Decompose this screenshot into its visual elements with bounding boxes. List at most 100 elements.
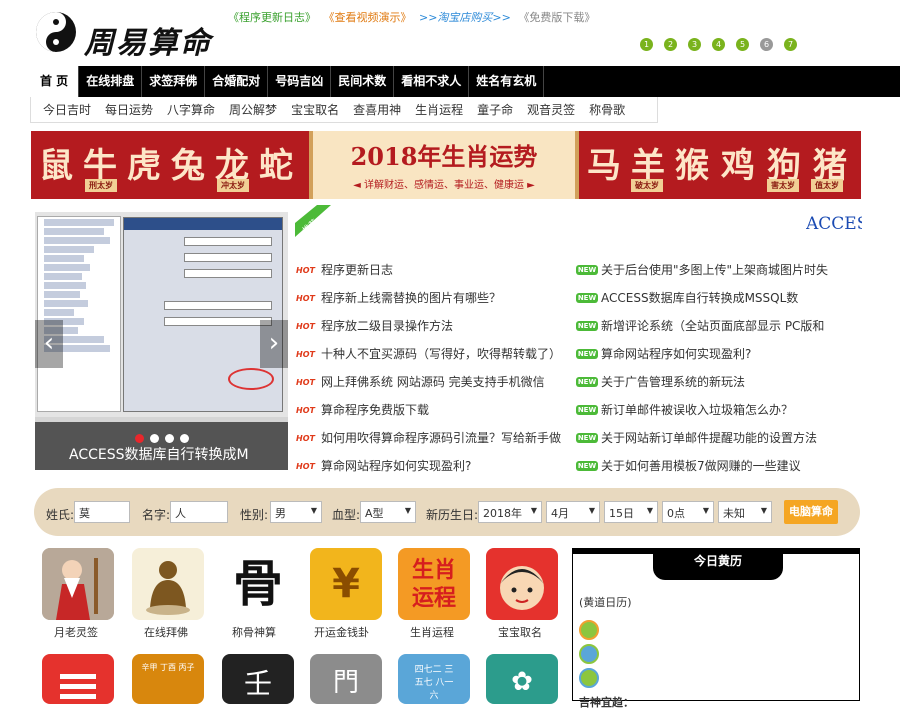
list-item[interactable]: NEW 关于广告管理系统的新玩法 <box>576 368 866 396</box>
year-select[interactable]: 2018年 ▼ <box>478 501 542 523</box>
theme-dot[interactable]: 3 <box>688 38 701 51</box>
subnav-item[interactable]: 观音灵签 <box>527 101 575 118</box>
news-title[interactable]: 如何用吹得算命程序源码引流量？写给新手做 <box>321 424 561 452</box>
subnav-item[interactable]: 查喜用神 <box>353 101 401 118</box>
news-title[interactable]: 关于广告管理系统的新玩法 <box>601 368 745 396</box>
nav-item-kanxiang[interactable]: 看相不求人 <box>394 66 470 97</box>
subnav-item[interactable]: 周公解梦 <box>229 101 277 118</box>
subnav-item[interactable]: 童子命 <box>477 101 513 118</box>
news-title[interactable]: 程序更新日志 <box>321 256 393 284</box>
news-title[interactable]: 关于如何善用模板7做网赚的一些建议 <box>601 452 801 480</box>
subnav-item[interactable]: 八字算命 <box>167 101 215 118</box>
money-hexagram-tile[interactable]: ¥ <box>310 548 382 620</box>
theme-dot[interactable]: 5 <box>736 38 749 51</box>
subnav-item[interactable]: 宝宝取名 <box>291 101 339 118</box>
feature-tile[interactable]: 壬 <box>222 654 294 704</box>
nav-item-home[interactable]: 首 页 <box>30 66 80 97</box>
feature-tile[interactable]: 門 <box>310 654 382 704</box>
video-demo-link[interactable]: 《查看视频演示》 <box>324 11 412 24</box>
nav-item-paipan[interactable]: 在线排盘 <box>79 66 143 97</box>
taobao-buy-link[interactable]: >>淘宝店购买>> <box>419 11 511 24</box>
yuelao-tile[interactable] <box>42 548 114 620</box>
theme-dot[interactable]: 6 <box>760 38 773 51</box>
nav-item-haoma[interactable]: 号码吉凶 <box>268 66 332 97</box>
blood-select[interactable]: A型 ▼ <box>360 501 416 523</box>
changelog-link[interactable]: 《程序更新日志》 <box>228 11 316 24</box>
zodiac-fortune-tile[interactable]: 生肖运程 <box>398 548 470 620</box>
feature-tile[interactable]: 四七二 三五七 八一六 <box>398 654 470 704</box>
news-title[interactable]: 关于网站新订单邮件提醒功能的设置方法 <box>601 424 817 452</box>
subnav-item[interactable]: 生肖运程 <box>415 101 463 118</box>
slide-screenshot-image <box>35 212 288 417</box>
theme-dot[interactable]: 2 <box>664 38 677 51</box>
news-title[interactable]: 程序新上线需替换的图片有哪些？ <box>321 284 501 312</box>
surname-input[interactable]: 莫 <box>74 501 130 523</box>
theme-dot[interactable]: 1 <box>640 38 653 51</box>
list-item[interactable]: HOT 十种人不宜买源码（写得好，吹得帮转载了） <box>296 340 566 368</box>
list-item[interactable]: HOT 程序新上线需替换的图片有哪些？ <box>296 284 566 312</box>
feature-tile[interactable] <box>42 654 114 704</box>
nav-item-qiuqian[interactable]: 求签拜佛 <box>142 66 206 97</box>
list-item[interactable]: HOT 程序更新日志 <box>296 256 566 284</box>
nav-item-xingming[interactable]: 姓名有玄机 <box>469 66 545 97</box>
list-item[interactable]: NEW 关于如何善用模板7做网赚的一些建议 <box>576 452 866 480</box>
tile-label: 生肖运程 <box>410 626 454 639</box>
list-item[interactable]: NEW 新订单邮件被误收入垃圾箱怎么办？ <box>576 396 866 424</box>
subnav-item[interactable]: 今日吉时 <box>43 101 91 118</box>
list-item[interactable]: NEW 新增评论系统（全站页面底部显示 PC版和 <box>576 312 866 340</box>
news-title[interactable]: 算命程序免费版下载 <box>321 396 429 424</box>
minute-select[interactable]: 未知 ▼ <box>718 501 772 523</box>
subnav-item[interactable]: 每日运势 <box>105 101 153 118</box>
banner-center-panel: 2018年生肖运势 ◄ 详解财运、感情运、事业运、健康运 ► <box>309 131 579 199</box>
nav-item-minjian[interactable]: 民间术数 <box>331 66 395 97</box>
slider-dot[interactable] <box>165 434 174 443</box>
online-buddha-tile[interactable] <box>132 548 204 620</box>
news-title[interactable]: 关于后台使用"多图上传"上架商城图片时失 <box>601 256 828 284</box>
news-title[interactable]: 网上拜佛系统 网站源码 完美支持手机微信 <box>321 368 545 396</box>
feature-tile[interactable]: 辛甲 丁酉 丙子 <box>132 654 204 704</box>
list-item[interactable]: HOT 程序放二级目录操作方法 <box>296 312 566 340</box>
nav-item-hehun[interactable]: 合婚配对 <box>205 66 269 97</box>
new-tag: NEW <box>576 321 598 331</box>
slide-caption[interactable]: ACCESS数据库自行转换成M <box>69 444 249 464</box>
news-ticker[interactable]: ACCESS <box>806 214 862 234</box>
list-item[interactable]: NEW 关于后台使用"多图上传"上架商城图片时失 <box>576 256 866 284</box>
slider-dot[interactable] <box>135 434 144 443</box>
chenggu-tile[interactable]: 骨 <box>222 548 294 620</box>
slider-dot[interactable] <box>150 434 159 443</box>
slider-prev-button[interactable]: ‹ <box>35 320 63 368</box>
new-tag: NEW <box>576 377 598 387</box>
news-title[interactable]: ACCESS数据库自行转换成MSSQL数 <box>601 284 798 312</box>
list-item[interactable]: HOT 算命网站程序如何实现盈利? <box>296 452 566 480</box>
theme-dot[interactable]: 4 <box>712 38 725 51</box>
news-title[interactable]: 新增评论系统（全站页面底部显示 PC版和 <box>601 312 824 340</box>
list-item[interactable]: HOT 如何用吹得算命程序源码引流量？写给新手做 <box>296 424 566 452</box>
gender-select[interactable]: 男 ▼ <box>270 501 322 523</box>
list-item[interactable]: NEW ACCESS数据库自行转换成MSSQL数 <box>576 284 866 312</box>
theme-dot[interactable]: 7 <box>784 38 797 51</box>
news-title[interactable]: 程序放二级目录操作方法 <box>321 312 453 340</box>
hour-select[interactable]: 0点 ▼ <box>662 501 714 523</box>
news-title[interactable]: 算命网站程序如何实现盈利? <box>321 452 471 480</box>
list-item[interactable]: NEW 算命网站程序如何实现盈利? <box>576 340 866 368</box>
news-title[interactable]: 新订单邮件被误收入垃圾箱怎么办？ <box>601 396 793 424</box>
list-item[interactable]: HOT 算命程序免费版下载 <box>296 396 566 424</box>
subnav-item[interactable]: 称骨歌 <box>589 101 625 118</box>
feature-tile[interactable]: ✿ <box>486 654 558 704</box>
baby-name-tile[interactable] <box>486 548 558 620</box>
month-select[interactable]: 4月 ▼ <box>546 501 600 523</box>
slider-dot[interactable] <box>180 434 189 443</box>
zodiac-animal: 鼠 <box>39 146 73 186</box>
news-title[interactable]: 十种人不宜买源码（写得好，吹得帮转载了） <box>321 340 561 368</box>
slider-next-button[interactable]: › <box>260 320 288 368</box>
list-item[interactable]: NEW 关于网站新订单邮件提醒功能的设置方法 <box>576 424 866 452</box>
calculate-button[interactable]: 电脑算命 <box>784 500 838 524</box>
free-download-link[interactable]: 《免费版下载》 <box>518 11 595 24</box>
zodiac-banner[interactable]: 鼠 牛 虎 兔 龙 蛇 刑太岁 冲太岁 2018年生肖运势 ◄ 详解财运、感情运… <box>31 131 861 199</box>
site-logo[interactable]: 周易算命 <box>34 6 214 66</box>
name-input[interactable]: 人 <box>170 501 228 523</box>
day-select[interactable]: 15日 ▼ <box>604 501 658 523</box>
news-title[interactable]: 算命网站程序如何实现盈利? <box>601 340 751 368</box>
image-slider[interactable]: ‹ › ACCESS数据库自行转换成M <box>35 212 288 470</box>
list-item[interactable]: HOT 网上拜佛系统 网站源码 完美支持手机微信 <box>296 368 566 396</box>
